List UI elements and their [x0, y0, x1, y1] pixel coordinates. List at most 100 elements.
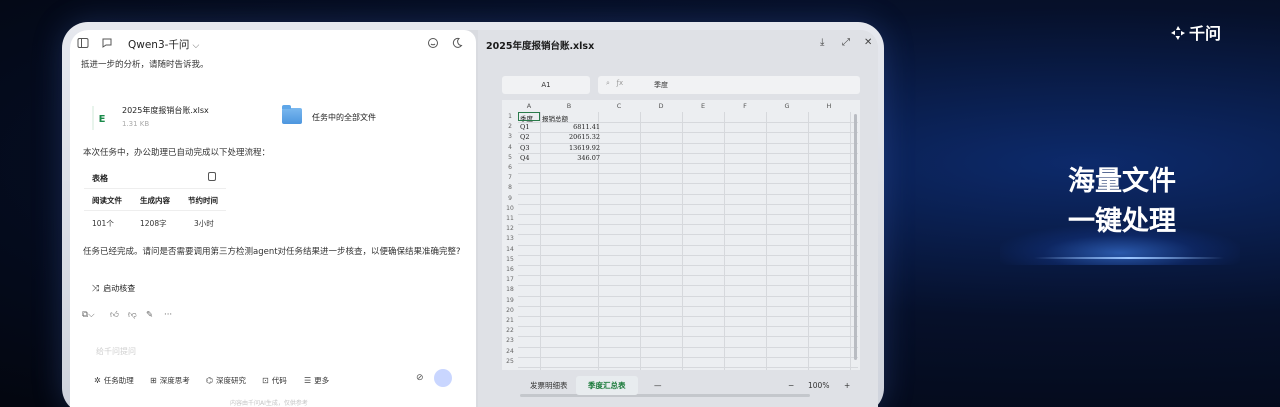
- attachment-icon[interactable]: ⊘: [416, 373, 424, 383]
- gridline: [808, 112, 809, 370]
- close-icon[interactable]: ✕: [864, 37, 872, 48]
- tool-label: 更多: [314, 376, 330, 385]
- auto-verify-button[interactable]: ⤨ 启动核查: [92, 283, 135, 294]
- row-header[interactable]: 11: [502, 215, 518, 222]
- sidebar-toggle-icon[interactable]: [76, 37, 90, 51]
- row-header[interactable]: 4: [502, 144, 518, 151]
- model-name: Qwen3-千问: [128, 39, 190, 51]
- send-button[interactable]: [434, 369, 452, 387]
- tool-code[interactable]: ⊡ 代码: [262, 375, 287, 386]
- smile-icon[interactable]: [426, 37, 440, 51]
- more-icon[interactable]: ···: [164, 310, 172, 320]
- file-card[interactable]: E 2025年度报销台账.xlsx 1.31 KB: [92, 102, 272, 136]
- zoom-in-icon[interactable]: +: [844, 381, 850, 390]
- code-icon: ⊡: [262, 376, 269, 385]
- sheet-tab-summary[interactable]: 季度汇总表: [576, 376, 638, 395]
- gridline: [518, 173, 858, 175]
- table-header-cell: 生成内容: [140, 196, 170, 205]
- gridline: [518, 346, 858, 348]
- expand-icon[interactable]: ⤢: [842, 37, 850, 48]
- spreadsheet-grid[interactable]: A B C D E F G H 1 2 3 4 5 6 7 8 9 10 11 12 13 14 15 16 17 18 19 20 2…: [502, 100, 860, 370]
- table-cell[interactable]: Q3: [520, 144, 529, 152]
- table-cell[interactable]: Q4: [520, 154, 529, 162]
- column-header[interactable]: F: [724, 100, 766, 112]
- thumbs-up-icon[interactable]: 👍︎: [110, 310, 119, 320]
- row-header[interactable]: 15: [502, 256, 518, 263]
- table-cell[interactable]: 报销总额: [542, 113, 568, 123]
- table-cell[interactable]: Q1: [520, 123, 529, 131]
- tool-deep-research[interactable]: ⌬ 深度研究: [206, 375, 246, 386]
- column-header[interactable]: A: [518, 100, 540, 112]
- table-cell[interactable]: 6811.41: [542, 123, 600, 131]
- copy-icon[interactable]: [208, 172, 216, 181]
- gridline: [518, 163, 858, 164]
- add-sheet-icon[interactable]: —: [654, 381, 662, 390]
- gridline: [518, 203, 858, 205]
- gridline: [518, 224, 858, 226]
- row-header[interactable]: 23: [502, 337, 518, 344]
- row-header[interactable]: 3: [502, 133, 518, 140]
- row-header[interactable]: 20: [502, 307, 518, 314]
- tool-label: 代码: [271, 376, 287, 385]
- copy-message-icon[interactable]: ⧉⌵: [82, 310, 95, 320]
- brand-name: 千问: [1189, 24, 1222, 43]
- table-cell[interactable]: 20615.32: [542, 133, 600, 141]
- summary-text: 本次任务中，办公助理已自动完成以下处理流程：: [83, 148, 271, 158]
- column-header[interactable]: B: [540, 100, 598, 112]
- row-header[interactable]: 1: [502, 113, 518, 120]
- chat-input[interactable]: 给千问提问: [96, 346, 136, 357]
- row-header[interactable]: 9: [502, 195, 518, 202]
- gridline: [518, 305, 858, 307]
- gridline: [518, 254, 858, 256]
- column-header[interactable]: C: [598, 100, 640, 112]
- row-header[interactable]: 17: [502, 276, 518, 283]
- column-header[interactable]: G: [766, 100, 808, 112]
- headline: 海量文件 一键处理: [1068, 162, 1176, 242]
- row-header[interactable]: 22: [502, 327, 518, 334]
- table-header-cell: 阅读文件: [92, 196, 122, 205]
- sheet-tab-invoice[interactable]: 发票明细表: [518, 376, 580, 395]
- row-header[interactable]: 16: [502, 266, 518, 273]
- row-header[interactable]: 12: [502, 225, 518, 232]
- new-chat-icon[interactable]: [100, 37, 114, 51]
- zoom-out-icon[interactable]: −: [788, 381, 794, 390]
- gridline: [518, 265, 858, 266]
- row-header[interactable]: 18: [502, 286, 518, 293]
- row-header[interactable]: 7: [502, 174, 518, 181]
- table-cell[interactable]: Q2: [520, 133, 529, 141]
- gridline: [518, 183, 858, 185]
- thumbs-down-icon[interactable]: 👎︎: [128, 310, 137, 320]
- row-header[interactable]: 6: [502, 164, 518, 171]
- column-header[interactable]: E: [682, 100, 724, 112]
- gridline: [518, 367, 858, 368]
- formula-input[interactable]: ⌕ ƒx 季度: [598, 76, 860, 94]
- row-header[interactable]: 19: [502, 297, 518, 304]
- vertical-scrollbar[interactable]: [854, 114, 857, 360]
- row-header[interactable]: 2: [502, 123, 518, 130]
- edit-icon[interactable]: ✎: [146, 310, 153, 320]
- folder-card[interactable]: 任务中的全部文件: [282, 105, 462, 130]
- tool-deep-think[interactable]: ⊞ 深度思考: [150, 375, 190, 386]
- column-header[interactable]: D: [640, 100, 682, 112]
- excel-file-icon: E: [92, 106, 110, 130]
- table-cell[interactable]: 13619.92: [542, 144, 600, 152]
- row-header[interactable]: 5: [502, 154, 518, 161]
- tool-label: 任务助理: [103, 376, 134, 385]
- row-header[interactable]: 14: [502, 246, 518, 253]
- table-cell[interactable]: 346.07: [542, 154, 600, 162]
- row-header[interactable]: 10: [502, 205, 518, 212]
- gridline: [518, 356, 858, 358]
- row-header[interactable]: 21: [502, 317, 518, 324]
- row-header[interactable]: 25: [502, 358, 518, 365]
- row-header[interactable]: 24: [502, 348, 518, 355]
- cell-reference[interactable]: A1: [502, 76, 590, 94]
- download-icon[interactable]: ⤓: [820, 37, 824, 48]
- model-selector[interactable]: Qwen3-千问 ⌵: [128, 37, 199, 52]
- row-header[interactable]: 13: [502, 235, 518, 242]
- column-header[interactable]: H: [808, 100, 850, 112]
- row-header[interactable]: 8: [502, 184, 518, 191]
- dark-mode-icon[interactable]: [450, 37, 464, 51]
- tool-more[interactable]: ☰ 更多: [304, 375, 329, 386]
- tool-task-assistant[interactable]: ✲ 任务助理: [94, 375, 134, 386]
- auto-verify-label: 启动核查: [103, 284, 136, 293]
